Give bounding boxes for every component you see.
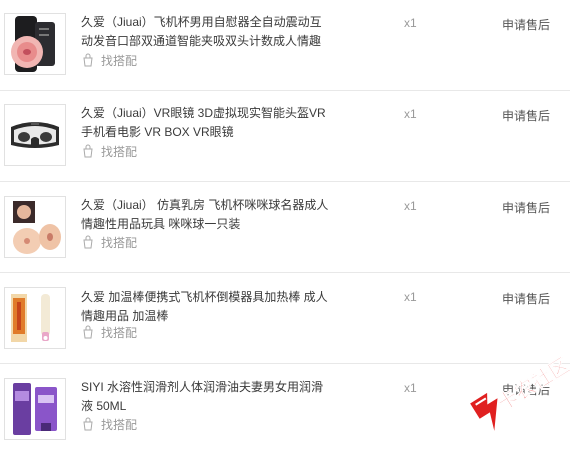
product-title[interactable]: SIYI 水溶性润滑剂人体润滑油夫妻男女用润滑液 50ML [81,378,331,416]
lubricant-tube-icon [5,379,65,439]
find-match-link[interactable]: 找搭配 [81,324,137,340]
quantity: x1 [404,290,417,304]
quantity: x1 [404,199,417,213]
product-title[interactable]: 久爱（Jiuai）VR眼镜 3D虚拟现实智能头盔VR手机看电影 VR BOX V… [81,104,331,142]
product-thumbnail[interactable] [4,287,66,349]
after-sale-link[interactable]: 申请售后 [502,107,550,124]
bag-icon [81,235,95,249]
bag-icon [81,417,95,431]
find-match-label: 找搭配 [101,325,138,340]
quantity: x1 [404,16,417,30]
masturbator-cup-icon [5,14,65,74]
product-thumbnail[interactable] [4,13,66,75]
find-match-label: 找搭配 [101,235,138,250]
find-match-label: 找搭配 [101,53,138,68]
product-title[interactable]: 久爱 加温棒便携式飞机杯倒模器具加热棒 成人情趣用品 加温棒 [81,288,331,326]
bag-icon [81,325,95,339]
bag-icon [81,144,95,158]
order-item-row: 久爱（Jiuai）VR眼镜 3D虚拟现实智能头盔VR手机看电影 VR BOX V… [0,91,570,182]
vr-headset-icon [5,105,65,165]
watermark-text: 卡农社区 [493,353,570,416]
toy-product-icon [5,197,65,257]
order-item-row: 久爱（Jiuai） 仿真乳房 飞机杯咪咪球名器成人情趣性用品玩具 咪咪球一只装 … [0,182,570,273]
bag-icon [81,53,95,67]
after-sale-link[interactable]: 申请售后 [502,16,550,33]
product-title[interactable]: 久爱（Jiuai） 仿真乳房 飞机杯咪咪球名器成人情趣性用品玩具 咪咪球一只装 [81,196,331,234]
product-thumbnail[interactable] [4,104,66,166]
product-title[interactable]: 久爱（Jiuai）飞机杯男用自慰器全自动震动互动发音口部双通道智能夹吸双头计数成… [81,13,331,51]
quantity: x1 [404,381,417,395]
order-item-row: 久爱（Jiuai）飞机杯男用自慰器全自动震动互动发音口部双通道智能夹吸双头计数成… [0,0,570,91]
find-match-link[interactable]: 找搭配 [81,143,137,159]
find-match-label: 找搭配 [101,144,138,159]
find-match-label: 找搭配 [101,417,138,432]
product-thumbnail[interactable] [4,378,66,440]
after-sale-link[interactable]: 申请售后 [502,290,550,307]
quantity: x1 [404,107,417,121]
find-match-link[interactable]: 找搭配 [81,416,137,432]
after-sale-link[interactable]: 申请售后 [502,199,550,216]
heating-rod-icon [5,288,65,348]
find-match-link[interactable]: 找搭配 [81,234,137,250]
find-match-link[interactable]: 找搭配 [81,52,137,68]
order-item-row: 久爱 加温棒便携式飞机杯倒模器具加热棒 成人情趣用品 加温棒 找搭配 x1 申请… [0,273,570,364]
product-thumbnail[interactable] [4,196,66,258]
